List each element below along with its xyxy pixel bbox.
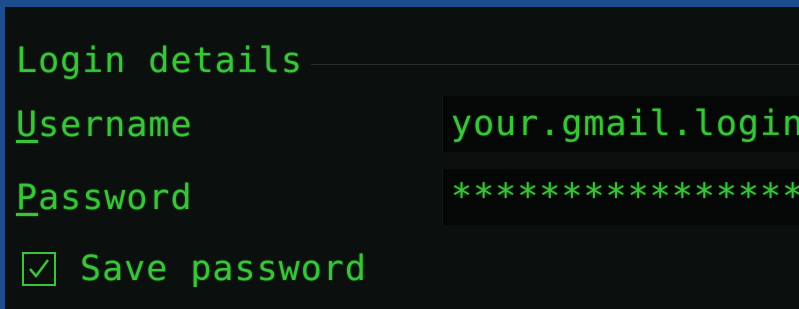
username-mnemonic: U <box>16 105 39 145</box>
login-details-panel: Login details Username Password ********… <box>5 7 799 309</box>
save-password-label: Save password <box>80 249 367 289</box>
password-masked-value[interactable]: **************** <box>451 169 799 225</box>
checkmark-icon <box>29 259 49 278</box>
password-label: Password <box>16 178 193 218</box>
username-label: Username <box>16 105 193 145</box>
group-title: Login details <box>16 41 303 81</box>
password-field[interactable]: **************** <box>442 169 799 225</box>
save-password-checkbox[interactable] <box>22 252 56 286</box>
save-password-checkbox-row[interactable]: Save password <box>22 245 367 293</box>
password-mnemonic: P <box>16 178 39 218</box>
username-input[interactable] <box>443 96 799 152</box>
group-divider <box>310 63 799 65</box>
password-label-text: assword <box>38 178 193 218</box>
username-label-text: sername <box>38 105 193 145</box>
username-field[interactable] <box>442 96 799 152</box>
login-details-group: Login details <box>16 39 799 83</box>
